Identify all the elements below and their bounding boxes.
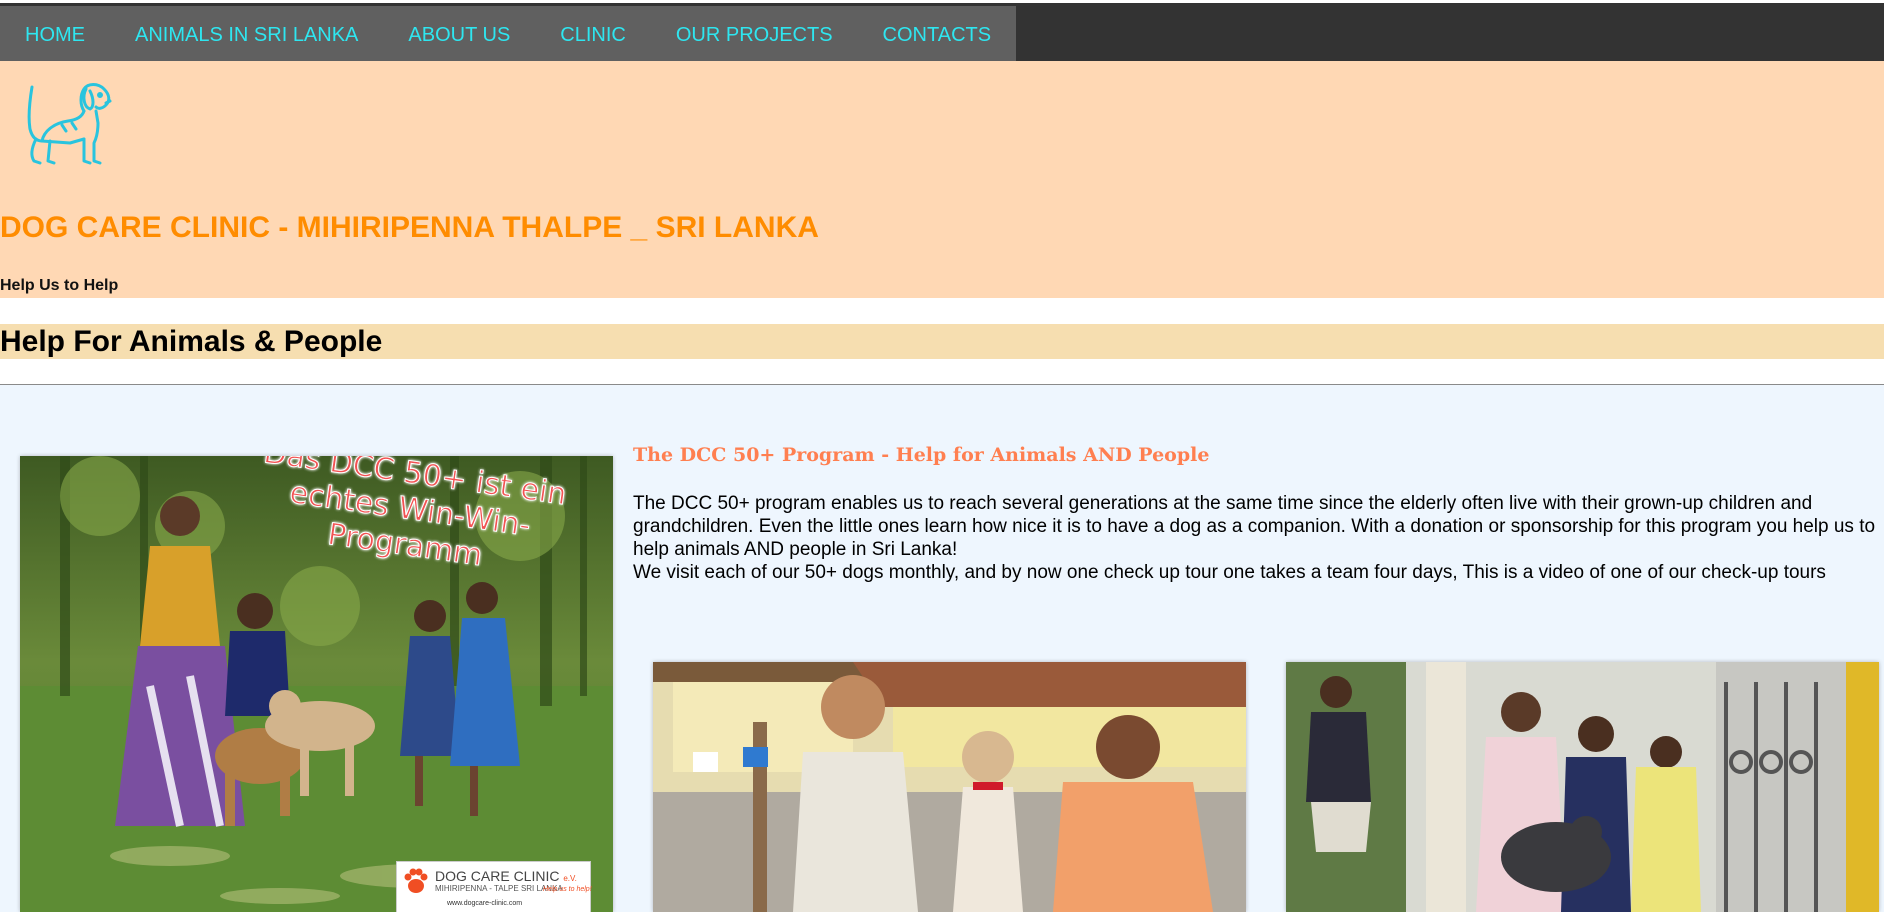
nav-about-us[interactable]: ABOUT US: [383, 6, 535, 64]
photo-clinic-checkup-team[interactable]: [1286, 662, 1879, 912]
site-title: DOG CARE CLINIC - MIHIRIPENNA THALPE _ S…: [0, 211, 819, 244]
site-header: DOG CARE CLINIC - MIHIRIPENNA THALPE _ S…: [0, 61, 1884, 298]
dog-outline-icon[interactable]: [14, 77, 114, 169]
section-heading: Help For Animals & People: [0, 325, 383, 358]
content-area: Das DCC 50+ ist ein echtes Win-Win-Progr…: [0, 385, 1884, 912]
nav-our-projects[interactable]: OUR PROJECTS: [651, 6, 858, 64]
nav-contacts[interactable]: CONTACTS: [858, 6, 1017, 64]
nav-clinic[interactable]: CLINIC: [535, 6, 651, 64]
site-tagline: Help Us to Help: [0, 277, 119, 294]
article-body: The DCC 50+ program enables us to reach …: [633, 492, 1884, 584]
section-heading-bar: Help For Animals & People: [0, 324, 1884, 359]
photo-elderly-couple-with-dog[interactable]: [653, 662, 1246, 912]
article-paragraph-1: The DCC 50+ program enables us to reach …: [633, 493, 1876, 560]
clinic-logo-badge: DOG CARE CLINIC e.V. MIHIRIPENNA - TALPE…: [396, 861, 592, 912]
nav-home[interactable]: HOME: [0, 6, 110, 64]
program-photo-family-dogs[interactable]: Das DCC 50+ ist ein echtes Win-Win-Progr…: [20, 456, 613, 912]
clinic-logo-slogan: Help us to help!: [543, 886, 592, 893]
article-paragraph-2: We visit each of our 50+ dogs monthly, a…: [633, 562, 1826, 583]
clinic-logo-suffix: e.V.: [563, 874, 577, 883]
top-navigation-bar: HOME ANIMALS IN SRI LANKA ABOUT US CLINI…: [0, 0, 1884, 64]
nav-animals-in-sri-lanka[interactable]: ANIMALS IN SRI LANKA: [110, 6, 383, 64]
clinic-logo-name: DOG CARE CLINIC: [435, 868, 560, 884]
article-title: The DCC 50+ Program - Help for Animals A…: [633, 444, 1210, 466]
paw-icon: [401, 866, 431, 896]
main-nav: HOME ANIMALS IN SRI LANKA ABOUT US CLINI…: [0, 6, 1016, 64]
clinic-logo-url: www.dogcare-clinic.com: [447, 900, 523, 907]
